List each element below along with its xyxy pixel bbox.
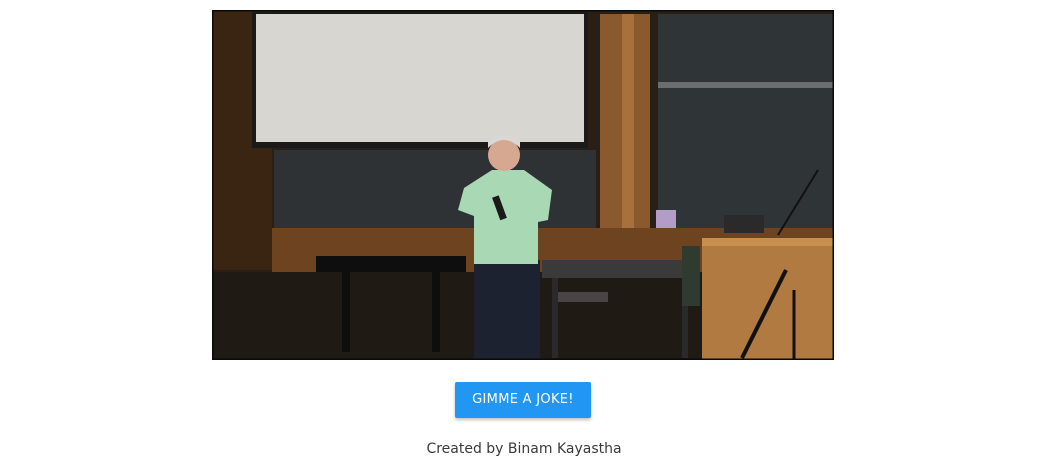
video-player[interactable] [212,10,834,360]
footer-credit: Created by Binam Kayastha [426,441,622,457]
gimme-a-joke-button[interactable]: GIMME A JOKE! [455,382,591,418]
video-frame-icon [212,10,834,360]
page: GIMME A JOKE! Created by Binam Kayastha [0,0,1048,475]
